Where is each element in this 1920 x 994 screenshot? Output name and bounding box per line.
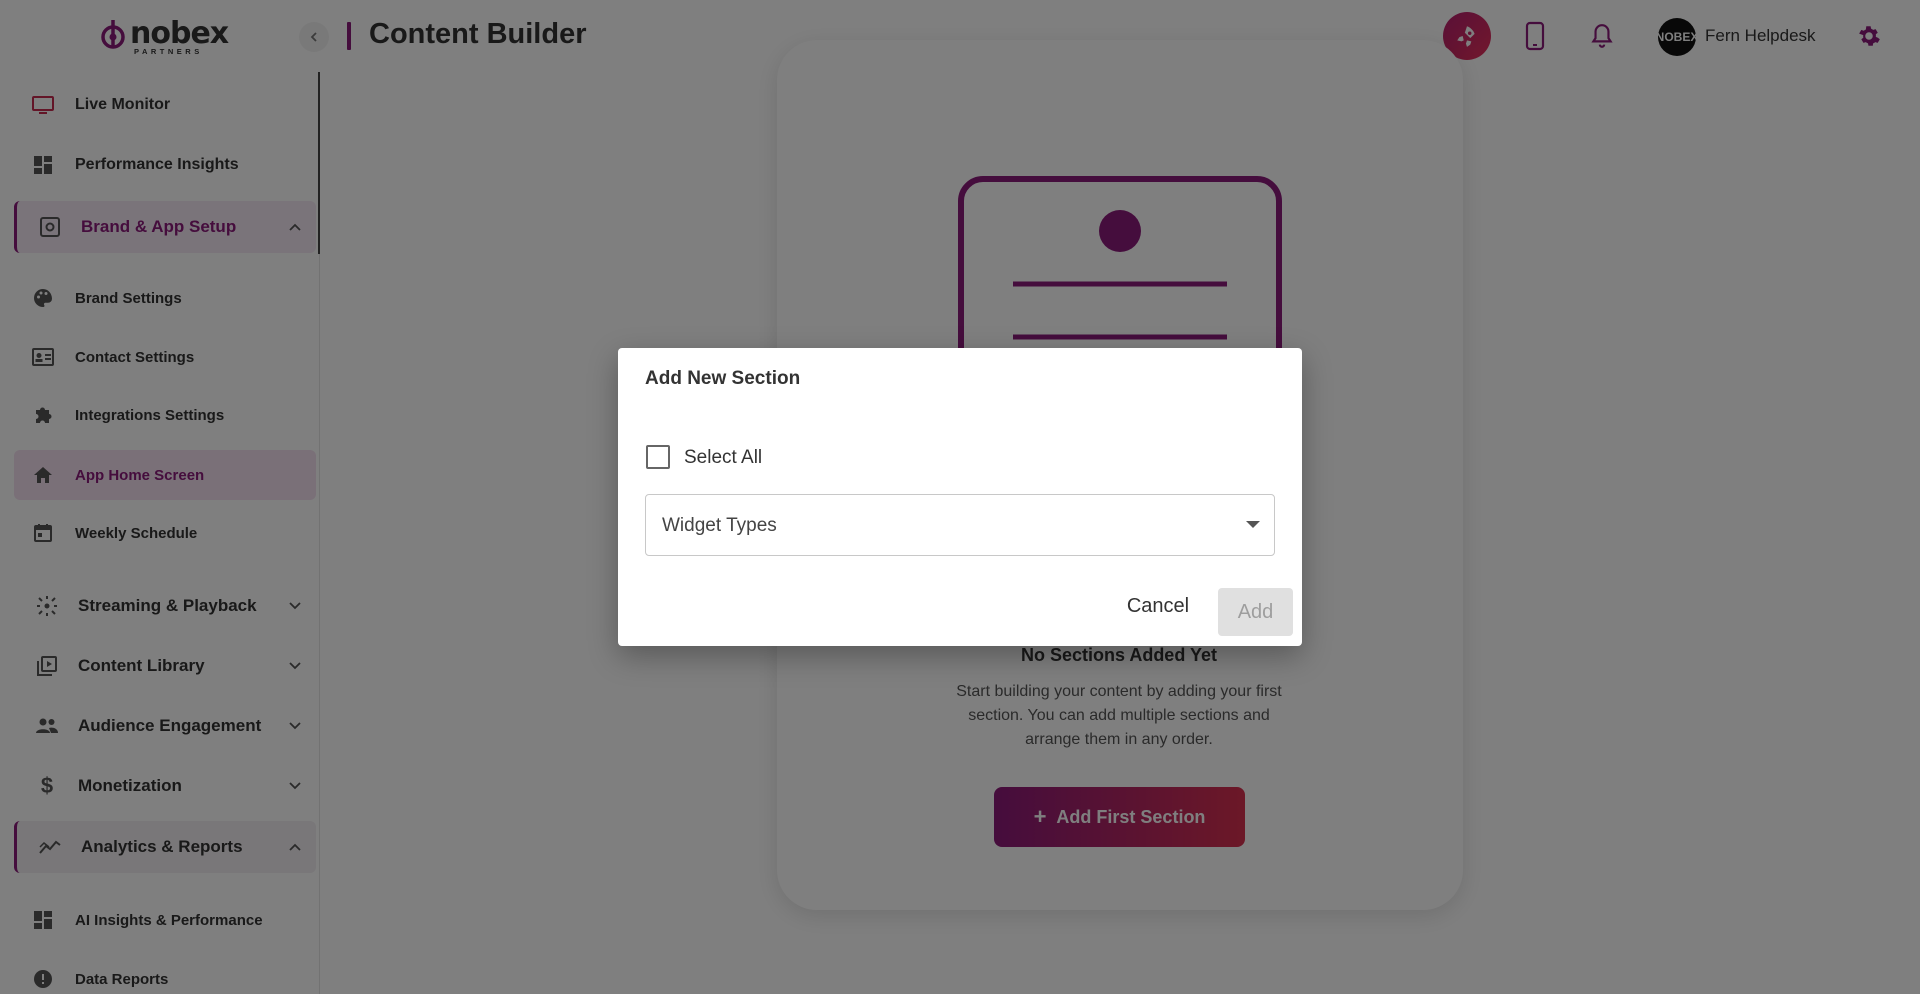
add-section-dialog: Add New Section Select All Widget Types … bbox=[618, 348, 1302, 646]
select-all-label[interactable]: Select All bbox=[684, 447, 762, 469]
caret-down-icon bbox=[1246, 521, 1260, 528]
widget-types-select[interactable]: Widget Types bbox=[645, 494, 1275, 556]
dialog-title: Add New Section bbox=[645, 368, 801, 389]
cancel-button[interactable]: Cancel bbox=[1116, 586, 1200, 626]
add-button[interactable]: Add bbox=[1218, 588, 1293, 636]
widget-types-placeholder: Widget Types bbox=[662, 515, 777, 536]
select-all-checkbox[interactable] bbox=[646, 445, 670, 469]
